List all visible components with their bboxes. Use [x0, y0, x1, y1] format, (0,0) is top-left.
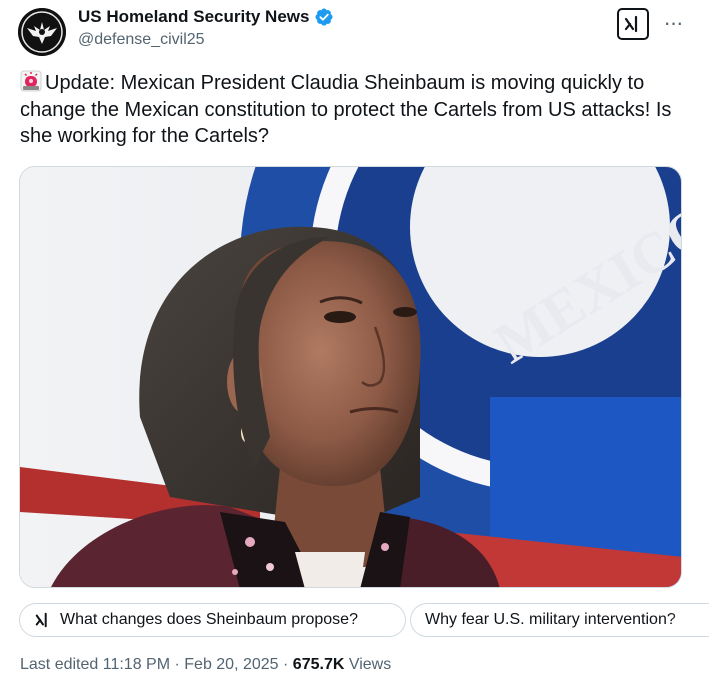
- grok-prompt-chip[interactable]: What changes does Sheinbaum propose?: [19, 603, 406, 637]
- tweet-date[interactable]: Feb 20, 2025: [184, 656, 278, 674]
- grok-icon: [35, 612, 47, 628]
- tweet-time[interactable]: 11:18 PM: [103, 656, 170, 674]
- grok-prompt-label: What changes does Sheinbaum propose?: [60, 611, 358, 628]
- author-handle[interactable]: @defense_civil25: [78, 31, 205, 49]
- tweet-photo[interactable]: MEXICO: [19, 166, 682, 588]
- meta-separator: ·: [283, 656, 289, 673]
- edited-label[interactable]: Last edited: [20, 656, 98, 674]
- chip-fade-overlay: [670, 604, 709, 636]
- grok-button[interactable]: [617, 8, 649, 40]
- siren-icon: [20, 70, 42, 92]
- grok-prompt-chip[interactable]: Why fear U.S. military intervention?: [410, 603, 709, 637]
- verified-badge-icon: [315, 8, 334, 26]
- grok-icon: [624, 15, 638, 33]
- meta-separator: ·: [174, 656, 180, 673]
- more-options-button[interactable]: ···: [660, 10, 686, 36]
- views-label: Views: [348, 656, 392, 673]
- avatar[interactable]: [18, 8, 66, 56]
- eagle-logo-icon: [18, 8, 66, 56]
- author-name-row[interactable]: US Homeland Security News: [78, 7, 334, 27]
- tweet-text: Update: Mexican President Claudia Sheinb…: [20, 70, 690, 150]
- tweet-meta: Last edited 11:18 PM · Feb 20, 2025 · 67…: [20, 656, 391, 674]
- grok-prompt-label: Why fear U.S. military intervention?: [425, 611, 676, 628]
- author-display-name[interactable]: US Homeland Security News: [78, 7, 309, 27]
- photo-image: MEXICO: [20, 167, 681, 587]
- tweet-body: Update: Mexican President Claudia Sheinb…: [20, 72, 672, 147]
- views-count[interactable]: 675.7K: [293, 656, 345, 674]
- more-dots-icon: ···: [663, 10, 684, 35]
